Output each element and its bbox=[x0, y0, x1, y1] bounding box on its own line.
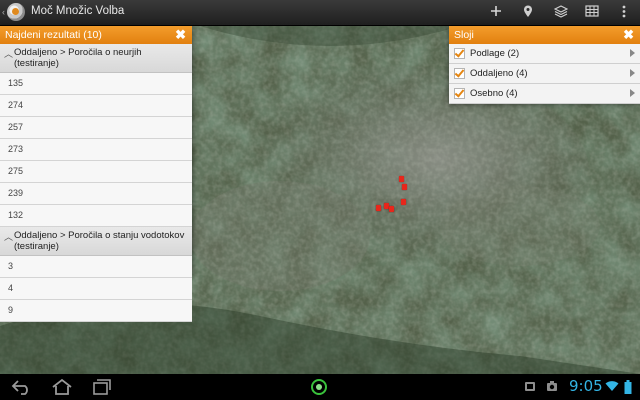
close-icon[interactable]: ✖ bbox=[175, 26, 186, 44]
results-panel-header: Najdeni rezultati (10) ✖ bbox=[0, 26, 192, 44]
table-icon[interactable] bbox=[582, 3, 602, 21]
layers-panel-header: Sloji ✖ bbox=[449, 26, 640, 44]
list-item[interactable]: 135 bbox=[0, 73, 192, 95]
list-item[interactable]: 4 bbox=[0, 278, 192, 300]
list-item[interactable]: 275 bbox=[0, 161, 192, 183]
battery-icon bbox=[624, 380, 632, 397]
layer-label: Oddaljeno (4) bbox=[470, 68, 528, 79]
add-icon[interactable] bbox=[486, 3, 506, 21]
chevron-up-icon[interactable]: ︿ bbox=[4, 47, 14, 60]
chevron-right-icon[interactable] bbox=[630, 89, 635, 97]
back-icon[interactable] bbox=[10, 378, 34, 396]
app-logo-icon[interactable] bbox=[7, 3, 25, 21]
chevron-up-icon[interactable]: ︿ bbox=[4, 230, 14, 243]
layer-label: Podlage (2) bbox=[470, 48, 520, 59]
list-item[interactable]: 273 bbox=[0, 139, 192, 161]
list-item[interactable]: 3 bbox=[0, 256, 192, 278]
wifi-icon bbox=[605, 380, 619, 395]
list-item[interactable]: 257 bbox=[0, 117, 192, 139]
list-item[interactable]: 9 bbox=[0, 300, 192, 322]
layers-panel-title: Sloji bbox=[454, 29, 474, 41]
action-bar: ‹ Moč Množic Volba bbox=[0, 0, 640, 26]
map-marker[interactable] bbox=[401, 199, 406, 205]
layer-item-oddaljeno[interactable]: Oddaljeno (4) bbox=[449, 64, 640, 84]
layers-panel: Sloji ✖ Podlage (2) Oddaljeno (4) Osebno… bbox=[449, 26, 640, 104]
map-marker[interactable] bbox=[376, 205, 381, 211]
location-pin-icon[interactable] bbox=[518, 3, 538, 21]
layer-label: Osebno (4) bbox=[470, 88, 518, 99]
layer-item-osebno[interactable]: Osebno (4) bbox=[449, 84, 640, 104]
system-bar: 9:05 bbox=[0, 374, 640, 400]
app-title: Moč Množic Volba bbox=[31, 5, 125, 17]
layer-checkbox[interactable] bbox=[454, 88, 465, 99]
results-panel: Najdeni rezultati (10) ✖ ︿Oddaljeno > Po… bbox=[0, 26, 192, 322]
map-marker[interactable] bbox=[399, 176, 404, 182]
map-marker[interactable] bbox=[389, 206, 394, 212]
layer-checkbox[interactable] bbox=[454, 48, 465, 59]
results-group-header[interactable]: ︿Oddaljeno > Poročila o neurjih (testira… bbox=[0, 44, 192, 73]
layer-item-podlage[interactable]: Podlage (2) bbox=[449, 44, 640, 64]
layer-checkbox[interactable] bbox=[454, 68, 465, 79]
list-item[interactable]: 274 bbox=[0, 95, 192, 117]
status-indicator-icon[interactable] bbox=[311, 379, 327, 395]
up-caret-icon[interactable]: ‹ bbox=[2, 7, 5, 17]
recent-apps-icon[interactable] bbox=[90, 378, 114, 396]
close-icon[interactable]: ✖ bbox=[623, 26, 634, 44]
results-group-label: Oddaljeno > Poročila o stanju vodotokov … bbox=[14, 230, 185, 252]
results-group-label: Oddaljeno > Poročila o neurjih (testiran… bbox=[14, 47, 142, 69]
clock-time: 9:05 bbox=[569, 377, 603, 395]
map-marker[interactable] bbox=[402, 184, 407, 190]
results-panel-title: Najdeni rezultati (10) bbox=[5, 29, 102, 41]
notification-icon[interactable] bbox=[524, 380, 536, 395]
download-icon bbox=[546, 380, 558, 395]
list-item[interactable]: 132 bbox=[0, 205, 192, 227]
layers-icon[interactable] bbox=[551, 3, 571, 21]
chevron-right-icon[interactable] bbox=[630, 69, 635, 77]
overflow-menu-icon[interactable] bbox=[614, 3, 634, 21]
list-item[interactable]: 239 bbox=[0, 183, 192, 205]
home-icon[interactable] bbox=[50, 378, 74, 396]
chevron-right-icon[interactable] bbox=[630, 49, 635, 57]
results-group-header[interactable]: ︿Oddaljeno > Poročila o stanju vodotokov… bbox=[0, 227, 192, 256]
